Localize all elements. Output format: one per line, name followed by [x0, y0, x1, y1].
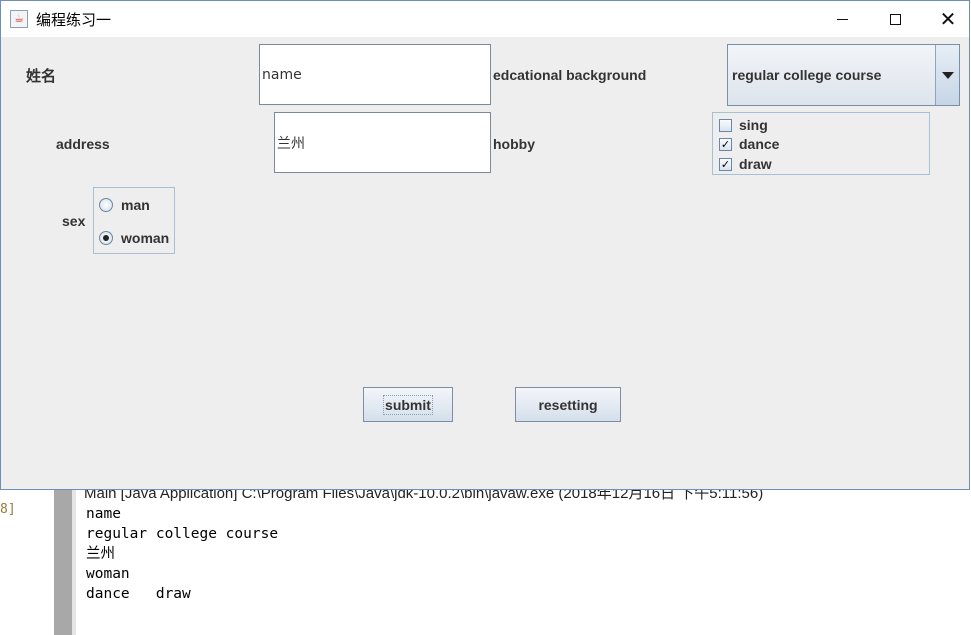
- radio-selected-dot: [103, 235, 109, 241]
- address-field[interactable]: 兰州: [274, 112, 491, 173]
- education-selected-value: regular college course: [732, 67, 882, 83]
- radio-man[interactable]: man: [99, 196, 150, 214]
- console-line: woman: [86, 566, 130, 582]
- checkbox-label: draw: [739, 156, 772, 172]
- line-marker: 8]: [0, 502, 16, 517]
- radio-woman[interactable]: woman: [99, 229, 169, 247]
- checkbox-draw[interactable]: ✓ draw: [719, 155, 772, 173]
- minimize-button[interactable]: [819, 1, 865, 37]
- hobby-group: sing ✓ dance ✓ draw: [712, 112, 930, 175]
- console-line: regular college course: [86, 526, 279, 542]
- console-scrollbar[interactable]: [54, 490, 72, 635]
- console-output: name regular college course 兰州 woman dan…: [86, 504, 278, 604]
- checkbox-label: dance: [739, 136, 780, 152]
- name-field[interactable]: name: [259, 44, 491, 105]
- education-combobox[interactable]: regular college course: [727, 44, 960, 106]
- console-line: 兰州: [86, 546, 115, 562]
- combobox-arrow-button[interactable]: [935, 45, 959, 105]
- radio-label: woman: [121, 230, 170, 246]
- console-line: name: [86, 506, 121, 522]
- education-label: edcational background: [493, 67, 647, 83]
- radio-button[interactable]: [99, 198, 113, 212]
- window-title: 编程练习一: [36, 11, 112, 29]
- form-panel: 姓名 name edcational background regular co…: [1, 37, 969, 489]
- sex-label: sex: [62, 213, 86, 229]
- submit-button-label: submit: [383, 394, 433, 415]
- close-button[interactable]: ✕: [925, 1, 971, 37]
- reset-button[interactable]: resetting: [515, 387, 621, 422]
- submit-button[interactable]: submit: [363, 387, 453, 422]
- java-cup-icon: ☕: [10, 10, 28, 28]
- radio-button[interactable]: [99, 231, 113, 245]
- checkbox-sing[interactable]: sing: [719, 116, 768, 134]
- maximize-icon: [889, 13, 901, 25]
- radio-label: man: [121, 197, 150, 213]
- close-icon: ✕: [939, 7, 957, 31]
- console-line: dance draw: [86, 586, 191, 602]
- address-label: address: [56, 136, 110, 152]
- hobby-label: hobby: [493, 136, 535, 152]
- chevron-down-icon: [941, 71, 954, 79]
- checkbox-label: sing: [739, 117, 768, 133]
- sex-group: man woman: [93, 187, 175, 254]
- title-bar[interactable]: ☕ 编程练习一 ✕: [1, 1, 969, 37]
- app-window: ☕ 编程练习一 ✕ 姓名 name edcational background …: [0, 0, 970, 490]
- checkbox-dance[interactable]: ✓ dance: [719, 135, 779, 153]
- minimize-icon: [836, 18, 848, 20]
- checkbox-box[interactable]: [719, 118, 732, 132]
- checkbox-box[interactable]: ✓: [719, 157, 732, 171]
- maximize-button[interactable]: [872, 1, 918, 37]
- name-label: 姓名: [26, 68, 57, 85]
- checkbox-box[interactable]: ✓: [719, 137, 732, 151]
